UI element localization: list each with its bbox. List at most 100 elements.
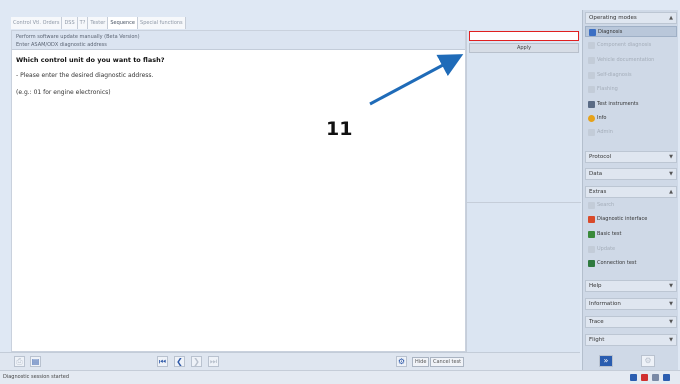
hide-button[interactable]: Hide: [412, 357, 430, 367]
tools-icon[interactable]: ⚙: [396, 356, 407, 367]
tab-sequence[interactable]: Sequence: [108, 17, 139, 29]
chevron-down-icon: ▼: [669, 283, 673, 289]
chevron-down-icon: ▼: [669, 301, 673, 307]
bottom-toolbar: ⎙ ▤ ⏮ ❮ ❯ ⏭ ⚙ Hide Cancel test: [0, 352, 580, 370]
minimize-icon[interactable]: [652, 374, 659, 381]
annotation-number: 11: [326, 118, 353, 140]
chevron-down-icon: ▼: [669, 171, 673, 177]
input-panel: Apply: [466, 30, 581, 352]
chevron-down-icon: ▼: [669, 337, 673, 343]
sidebar-section-help[interactable]: Help ▼: [585, 280, 677, 292]
help-icon[interactable]: [663, 374, 670, 381]
flash-icon: [588, 86, 595, 93]
sidebar-item-label: Flashing: [597, 86, 618, 92]
sidebar-item-label: Self-diagnosis: [597, 72, 632, 78]
sidebar-item-basic-test[interactable]: Basic test: [585, 229, 677, 240]
section-label: Information: [589, 301, 621, 307]
self-diag-icon: [588, 72, 595, 79]
sidebar-item-label: Test instruments: [597, 101, 639, 107]
sidebar-item-admin[interactable]: Admin: [585, 127, 677, 138]
chevron-up-icon: ▲: [669, 189, 673, 195]
sidebar-item-diagnostic-interface[interactable]: Diagnostic interface: [585, 214, 677, 225]
apply-button[interactable]: Apply: [469, 43, 579, 53]
sidebar-item-label: Component diagnosis: [597, 42, 652, 48]
document-icon[interactable]: ▤: [30, 356, 41, 367]
instruction-text: - Please enter the desired diagnostic ad…: [16, 72, 154, 79]
search-icon: [588, 202, 595, 209]
sidebar-item-self-diagnosis[interactable]: Self-diagnosis: [585, 70, 677, 81]
sidebar-item-update[interactable]: Update: [585, 244, 677, 255]
sidebar-item-label: Search: [597, 202, 615, 208]
sidebar-item-search[interactable]: Search: [585, 200, 677, 211]
section-label: Flight: [589, 337, 605, 343]
tab-bar: Control Vtl. Orders DSS T? Tester Sequen…: [11, 17, 186, 29]
sidebar-item-label: Connection test: [597, 260, 637, 266]
update-icon: [588, 246, 595, 253]
admin-icon: [588, 129, 595, 136]
tab-t[interactable]: T?: [77, 17, 89, 29]
status-bar: Diagnostic session started: [0, 370, 680, 384]
sidebar-item-test-instruments[interactable]: Test instruments: [585, 99, 677, 110]
print-icon[interactable]: ⎙: [14, 356, 25, 367]
sidebar-item-connection-test[interactable]: Connection test: [585, 258, 677, 269]
application-window: Control Vtl. Orders DSS T? Tester Sequen…: [0, 0, 680, 384]
component-icon: [588, 42, 595, 49]
sidebar-item-label: Info: [597, 115, 607, 121]
settings-icon[interactable]: ⚙: [641, 355, 655, 367]
sidebar-item-label: Basic test: [597, 231, 622, 237]
main-content-panel: Perform software update manually (Beta V…: [11, 30, 466, 352]
sidebar-bottom-controls: » ⚙: [582, 350, 678, 370]
cancel-test-button[interactable]: Cancel test: [430, 357, 465, 367]
close-icon[interactable]: [641, 374, 648, 381]
first-page-button[interactable]: ⏮: [157, 356, 168, 367]
sidebar: Operating modes ▲ Diagnosis Component dia…: [582, 10, 678, 350]
section-label: Protocol: [589, 154, 612, 160]
panel-divider: [467, 202, 581, 203]
sidebar-section-extras[interactable]: Extras ▲: [585, 186, 677, 198]
next-button[interactable]: ❯: [191, 356, 202, 367]
sidebar-item-vehicle-documentation[interactable]: Vehicle documentation: [585, 55, 677, 66]
diagnostic-address-input[interactable]: [469, 31, 579, 41]
sidebar-item-component-diagnosis[interactable]: Component diagnosis: [585, 40, 677, 51]
sidebar-section-flight[interactable]: Flight ▼: [585, 334, 677, 346]
sidebar-item-label: Update: [597, 246, 616, 252]
window-icon[interactable]: [630, 374, 637, 381]
status-text: Diagnostic session started: [3, 374, 69, 380]
chevron-down-icon: ▼: [669, 319, 673, 325]
sidebar-section-data[interactable]: Data ▼: [585, 168, 677, 180]
sidebar-section-operating-modes[interactable]: Operating modes ▲: [585, 12, 677, 24]
info-icon: [588, 115, 595, 122]
instrument-icon: [588, 101, 595, 108]
section-label: Data: [589, 171, 603, 177]
section-label: Extras: [589, 189, 607, 195]
tab-tester[interactable]: Tester: [88, 17, 109, 29]
procedure-title: Perform software update manually (Beta V…: [16, 34, 140, 40]
tab-dss[interactable]: DSS: [62, 17, 78, 29]
procedure-subtitle: Enter ASAM/ODX diagnostic address: [16, 42, 107, 48]
document-icon: [588, 57, 595, 64]
sidebar-item-diagnosis[interactable]: Diagnosis: [585, 26, 677, 37]
interface-icon: [588, 216, 595, 223]
last-page-button[interactable]: ⏭: [208, 356, 219, 367]
sidebar-item-info[interactable]: Info: [585, 113, 677, 124]
sidebar-section-trace[interactable]: Trace ▼: [585, 316, 677, 328]
tab-special-functions[interactable]: Special functions: [138, 17, 186, 29]
sidebar-section-information[interactable]: Information ▼: [585, 298, 677, 310]
sidebar-item-flashing[interactable]: Flashing: [585, 84, 677, 95]
forward-double-icon[interactable]: »: [599, 355, 613, 367]
question-heading: Which control unit do you want to flash?: [16, 56, 165, 64]
sidebar-item-label: Admin: [597, 129, 613, 135]
section-label: Operating modes: [589, 15, 637, 21]
chevron-up-icon: ▲: [669, 15, 673, 21]
example-text: (e.g.: 01 for engine electronics): [16, 89, 111, 96]
sidebar-item-label: Diagnosis: [598, 29, 623, 35]
section-label: Help: [589, 283, 602, 289]
sidebar-item-label: Vehicle documentation: [597, 57, 655, 63]
sidebar-item-label: Diagnostic interface: [597, 216, 648, 222]
diagnosis-icon: [589, 29, 596, 36]
sidebar-section-protocol[interactable]: Protocol ▼: [585, 151, 677, 163]
tab-control-orders[interactable]: Control Vtl. Orders: [11, 17, 63, 29]
section-label: Trace: [589, 319, 604, 325]
previous-button[interactable]: ❮: [174, 356, 185, 367]
connection-icon: [588, 260, 595, 267]
